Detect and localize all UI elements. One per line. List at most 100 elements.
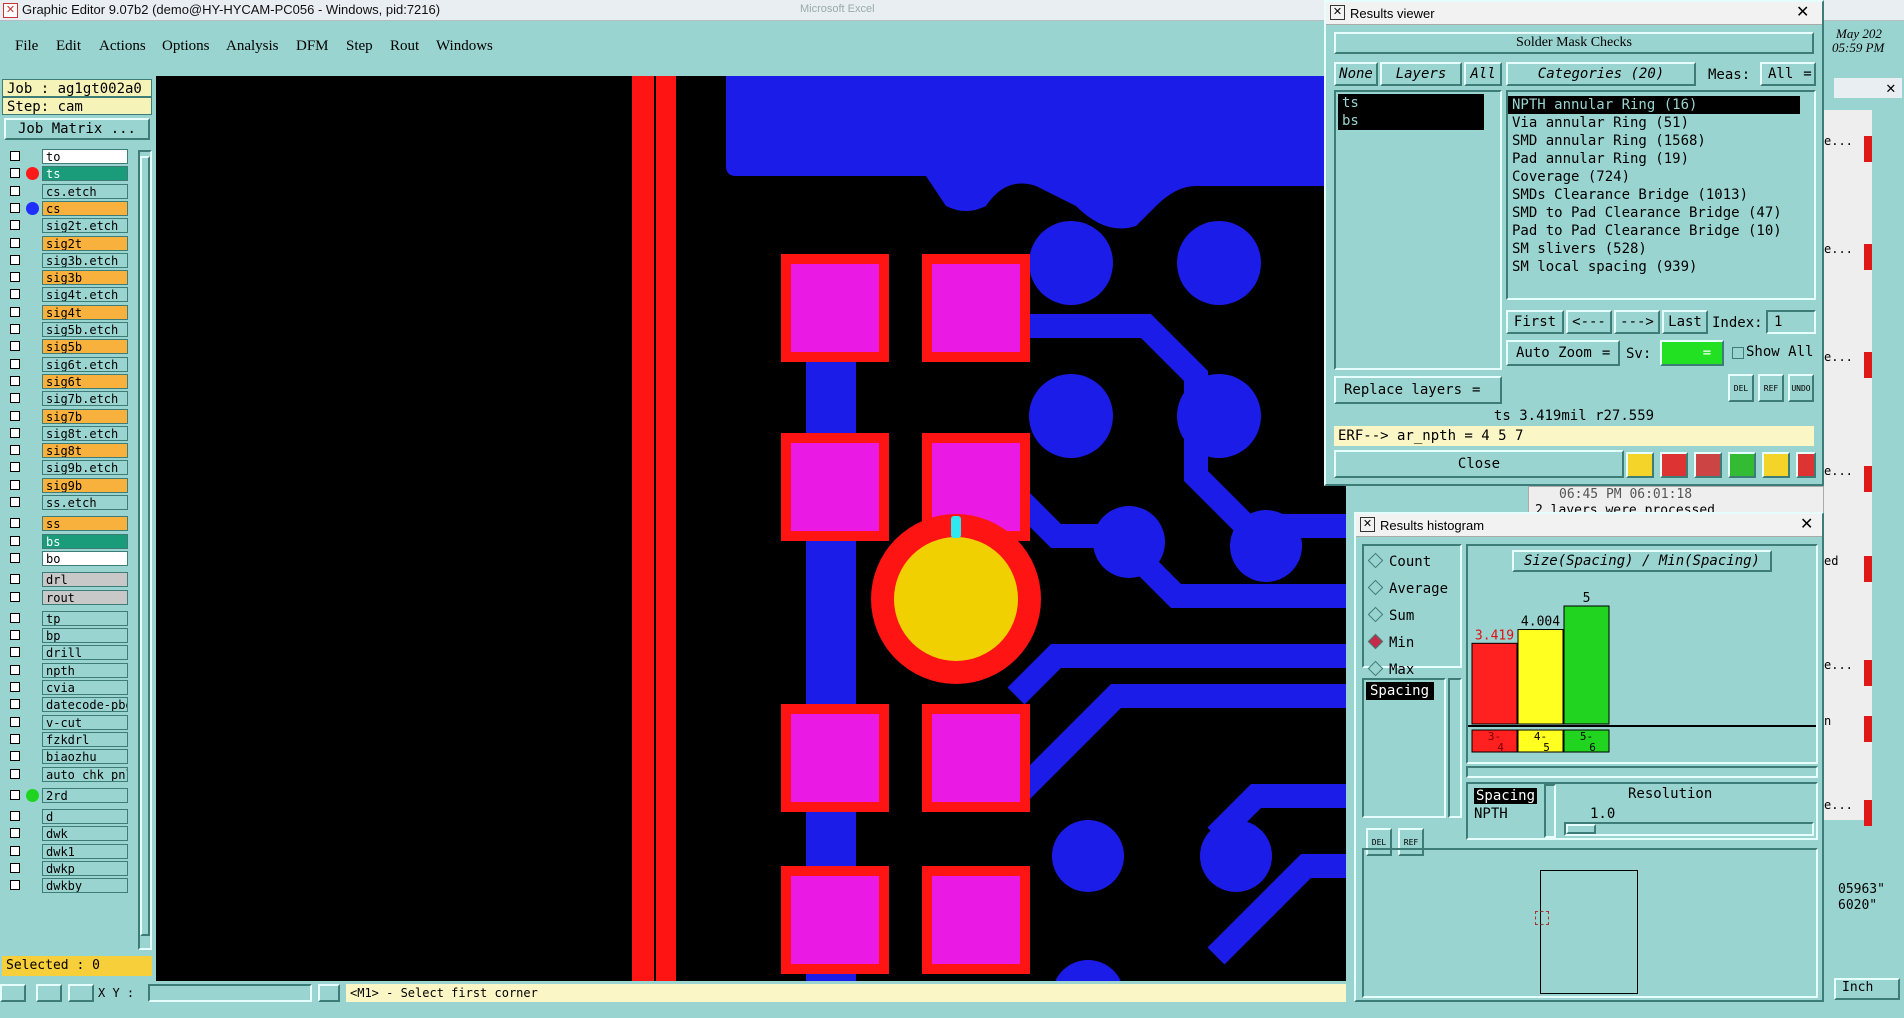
layer-checkbox[interactable]	[10, 272, 20, 283]
warning-icon[interactable]	[1864, 136, 1872, 162]
layer-checkbox[interactable]	[10, 185, 20, 196]
layer-checkbox[interactable]	[10, 168, 20, 179]
layer-row-sig3b.etch[interactable]: sig3b.etch	[4, 252, 130, 270]
mode-max[interactable]: Max	[1367, 660, 1414, 678]
layer-checkbox[interactable]	[10, 811, 20, 822]
layer-checkbox[interactable]	[10, 863, 20, 873]
layer-row-sig9b[interactable]: sig9b	[4, 477, 130, 495]
category-item[interactable]: Coverage (724)	[1508, 168, 1814, 186]
histogram-bar[interactable]	[1563, 605, 1610, 725]
layer-checkbox[interactable]	[10, 410, 20, 421]
menu-dfm[interactable]: DFM	[296, 38, 329, 55]
layer-checkbox[interactable]	[10, 479, 20, 490]
warning-icon[interactable]	[1864, 800, 1872, 826]
category-item[interactable]: Pad annular Ring (19)	[1508, 150, 1814, 168]
layer-checkbox[interactable]	[10, 220, 20, 231]
layer-row-drl[interactable]: drl	[4, 571, 130, 589]
legend-icon[interactable]	[1626, 452, 1654, 478]
category-item[interactable]: SMDs Clearance Bridge (1013)	[1508, 186, 1814, 204]
layer-checkbox[interactable]	[10, 612, 20, 623]
layer-checkbox[interactable]	[10, 552, 20, 563]
warning-icon[interactable]	[1864, 352, 1872, 378]
layers-button[interactable]: Layers	[1380, 62, 1462, 86]
field-item-spacing[interactable]: Spacing	[1366, 682, 1434, 700]
layer-checkbox[interactable]	[10, 358, 20, 369]
layer-checkbox[interactable]	[10, 324, 20, 334]
layer-row-sig4t[interactable]: sig4t	[4, 304, 130, 322]
layer-checkbox[interactable]	[10, 306, 20, 317]
layer-checkbox[interactable]	[10, 393, 20, 404]
mark-icon[interactable]	[1660, 452, 1688, 478]
field-listbox[interactable]: Spacing	[1362, 678, 1446, 818]
close-icon[interactable]: ✕	[1796, 2, 1809, 22]
layer-row-v-cut[interactable]: v-cut	[4, 714, 130, 732]
resolution-slider-thumb[interactable]	[1566, 824, 1596, 834]
category-item[interactable]: SM local spacing (939)	[1508, 258, 1814, 276]
layer-row-sig7b.etch[interactable]: sig7b.etch	[4, 390, 130, 408]
layer-checkbox[interactable]	[10, 768, 20, 779]
next-button[interactable]: --->	[1614, 310, 1660, 334]
layer-checkbox[interactable]	[10, 462, 20, 473]
menu-options[interactable]: Options	[162, 38, 210, 55]
layer-checkbox[interactable]	[10, 664, 20, 675]
meas-dropdown[interactable]: All =	[1760, 62, 1816, 86]
layer-row-dwk[interactable]: dwk	[4, 825, 130, 843]
auto-zoom-dropdown[interactable]: Auto Zoom =	[1506, 340, 1620, 366]
category-item[interactable]: SMD to Pad Clearance Bridge (47)	[1508, 204, 1814, 222]
layer-checkbox[interactable]	[10, 880, 20, 891]
histogram-bar[interactable]	[1471, 642, 1518, 725]
mode-min[interactable]: Min	[1367, 633, 1414, 651]
layer-row-dwk1[interactable]: dwk1	[4, 843, 130, 861]
layer-row-fzkdrl[interactable]: fzkdrl	[4, 731, 130, 749]
layer-row-auto_chk_pnl[interactable]: auto_chk_pnl	[4, 766, 130, 784]
layer-row-rout[interactable]: rout	[4, 589, 130, 607]
clear-icon[interactable]	[1694, 452, 1722, 478]
layer-checkbox[interactable]	[10, 427, 20, 438]
toolbar-icon-4[interactable]	[318, 984, 340, 1002]
job-matrix-button[interactable]: Job Matrix ...	[4, 118, 150, 140]
menu-rout[interactable]: Rout	[390, 38, 419, 55]
layer-checkbox[interactable]	[10, 497, 20, 507]
menu-step[interactable]: Step	[346, 38, 373, 55]
close-button[interactable]: Close	[1334, 450, 1624, 478]
layer-checkbox[interactable]	[10, 202, 20, 213]
unit-button[interactable]: Inch	[1834, 978, 1900, 1000]
last-button[interactable]: Last	[1662, 310, 1708, 334]
category-item[interactable]: Pad to Pad Clearance Bridge (10)	[1508, 222, 1814, 240]
menu-actions[interactable]: Actions	[99, 38, 146, 55]
layer-row-sig2t[interactable]: sig2t	[4, 235, 130, 253]
layer-row-sig4t.etch[interactable]: sig4t.etch	[4, 286, 130, 304]
layer-checkbox[interactable]	[10, 445, 20, 456]
index-input[interactable]: 1	[1766, 310, 1816, 334]
layer-row-sig5b.etch[interactable]: sig5b.etch	[4, 321, 130, 339]
menu-windows[interactable]: Windows	[436, 38, 493, 55]
layer-checkbox[interactable]	[10, 375, 20, 386]
category-item[interactable]: SM slivers (528)	[1508, 240, 1814, 258]
layer-row-drill[interactable]: drill	[4, 644, 130, 662]
layer-row-sig6t[interactable]: sig6t	[4, 373, 130, 391]
toolbar-icon-2[interactable]	[36, 984, 62, 1002]
layer-checkbox[interactable]	[10, 647, 20, 658]
layer-row-dwkp[interactable]: dwkp	[4, 860, 130, 878]
layer-checkbox[interactable]	[10, 630, 20, 641]
warning-icon[interactable]	[1864, 244, 1872, 270]
category-item[interactable]: Via annular Ring (51)	[1508, 114, 1814, 132]
prev-button[interactable]: <---	[1566, 310, 1612, 334]
report-icon[interactable]	[1762, 452, 1790, 478]
chart-scrollbar[interactable]	[1466, 766, 1818, 778]
layer-row-cvia[interactable]: cvia	[4, 679, 130, 697]
layer-row-cs.etch[interactable]: cs.etch	[4, 183, 130, 201]
layer-checkbox[interactable]	[10, 535, 20, 546]
layers-listbox[interactable]: ts bs	[1334, 90, 1502, 370]
layer-row-to[interactable]: to	[4, 148, 130, 166]
layer-row-sig8t[interactable]: sig8t	[4, 442, 130, 460]
layer-row-sig9b.etch[interactable]: sig9b.etch	[4, 459, 130, 477]
layer-row-cs[interactable]: cs	[4, 200, 130, 218]
undo-icon-button[interactable]: UNDO	[1788, 374, 1814, 402]
layer-row-sig5b[interactable]: sig5b	[4, 338, 130, 356]
field-scrollbar[interactable]	[1448, 678, 1462, 818]
layer-row-bp[interactable]: bp	[4, 627, 130, 645]
sv-dropdown[interactable]: =	[1660, 340, 1724, 366]
toolbar-icon-3[interactable]	[68, 984, 94, 1002]
layer-checkbox[interactable]	[10, 751, 20, 762]
